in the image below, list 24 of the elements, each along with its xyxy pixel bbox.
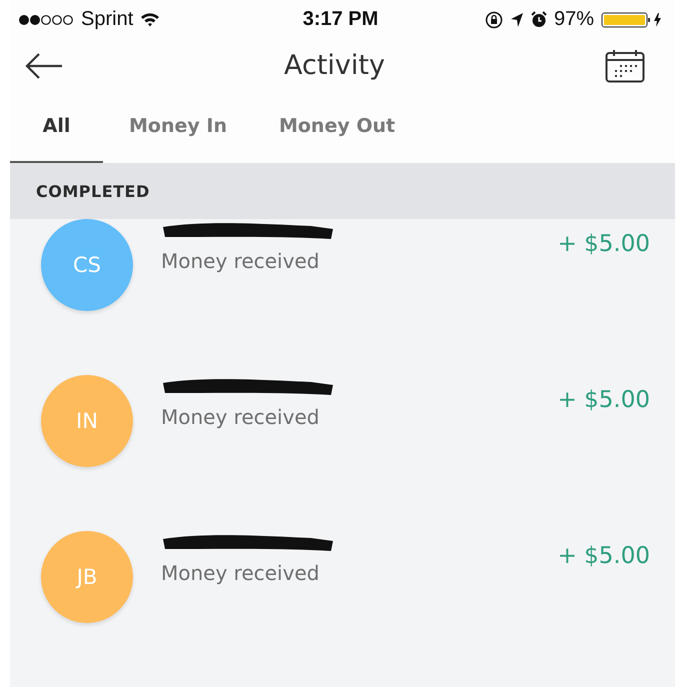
filter-tab[interactable]: Money In — [103, 92, 253, 164]
filter-tab[interactable]: Money Out — [252, 92, 422, 164]
transaction-amount: + $5.00 — [558, 543, 650, 569]
battery-icon — [601, 10, 663, 29]
transaction-amount: + $5.00 — [558, 387, 650, 413]
alarm-clock-icon — [530, 11, 547, 28]
page-title: Activity — [284, 50, 385, 82]
calendar-icon[interactable] — [604, 48, 645, 83]
transaction-description: Money received — [161, 249, 320, 273]
transaction-description: Money received — [161, 405, 320, 429]
avatar-initials: CS — [41, 219, 133, 311]
avatar-initials: JB — [41, 531, 133, 623]
transaction-description: Money received — [161, 561, 320, 585]
clock-time: 3:17 PM — [302, 8, 378, 32]
back-arrow-icon[interactable] — [24, 52, 64, 80]
battery-percent: 97% — [554, 8, 594, 32]
wifi-icon — [140, 12, 160, 28]
avatar-initials: IN — [41, 375, 133, 467]
signal-icon — [18, 14, 74, 26]
rotation-lock-icon — [484, 10, 503, 29]
section-title: COMPLETED — [36, 182, 150, 201]
carrier-name: Sprint — [81, 8, 134, 32]
transaction-amount: + $5.00 — [558, 231, 650, 257]
location-arrow-icon — [510, 12, 524, 28]
